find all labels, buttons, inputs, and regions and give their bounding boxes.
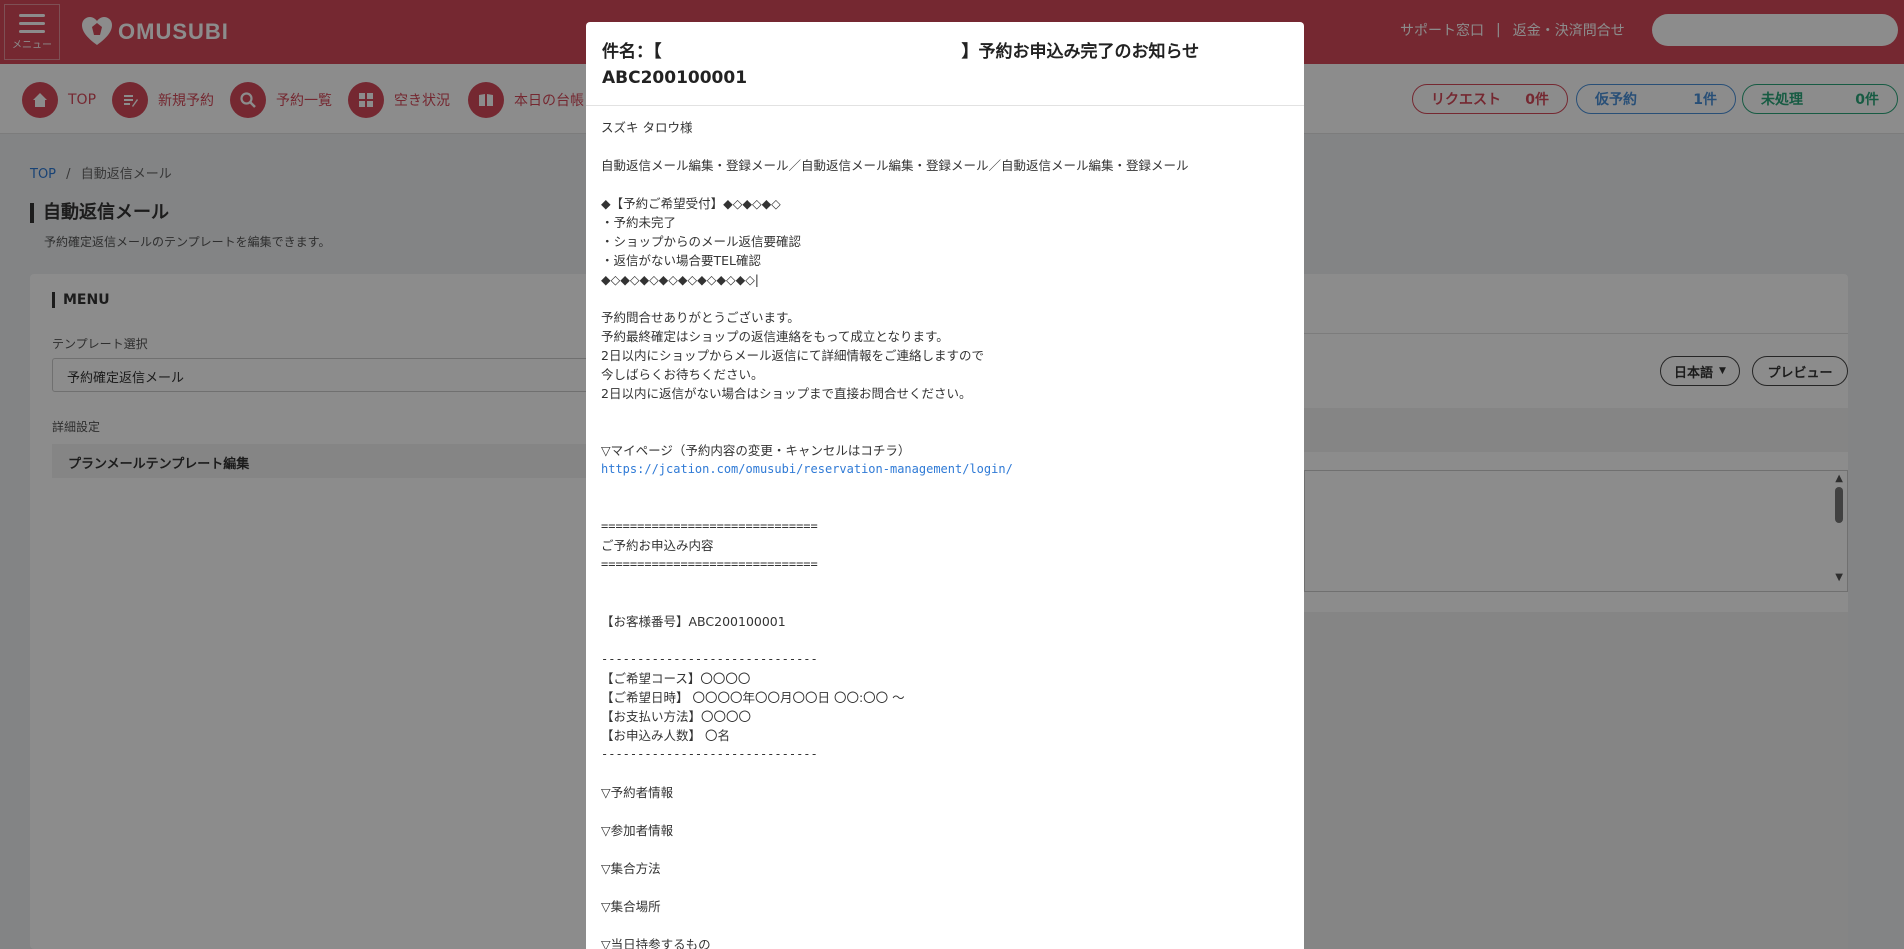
mail-meeting-method: ▽集合方法 (601, 861, 661, 876)
mail-datetime: 【ご希望日時】 〇〇〇〇年〇〇月〇〇日 〇〇:〇〇 ～ (601, 690, 905, 705)
mail-notice-3: ・返信がない場合要TEL確認 (601, 253, 761, 268)
subject-suffix: 】予約お申込み完了のお知らせ (961, 42, 1200, 62)
mail-eq-line-1: ============================== (601, 519, 818, 533)
mail-p2: 予約最終確定はショップの返信連絡をもって成立となります。 (601, 329, 949, 344)
mail-mypage-label: ▽マイページ（予約内容の変更・キャンセルはコチラ） (601, 443, 911, 458)
mail-notice-1: ・予約未完了 (601, 215, 677, 230)
modal-body: スズキ タロウ様 自動返信メール編集・登録メール／自動返信メール編集・登録メール… (601, 118, 1291, 949)
mail-notice-end: ◆◇◆◇◆◇◆◇◆◇◆◇◆◇◆◇| (601, 272, 760, 287)
mail-notice-head: ◆【予約ご希望受付】◆◇◆◇◆◇ (601, 196, 781, 211)
mail-bring-items: ▽当日持参するもの (601, 937, 711, 949)
mail-course: 【ご希望コース】〇〇〇〇 (601, 671, 751, 686)
preview-modal: 件名：【 】予約お申込み完了のお知らせ ABC200100001 スズキ タロウ… (586, 22, 1304, 949)
mail-people: 【お申込み人数】 〇名 (601, 728, 730, 743)
mail-eq-line-2: ============================== (601, 557, 818, 571)
mail-section-title: ご予約お申込み内容 (601, 538, 714, 553)
mail-intro: 自動返信メール編集・登録メール／自動返信メール編集・登録メール／自動返信メール編… (601, 158, 1189, 173)
mail-meeting-place: ▽集合場所 (601, 899, 661, 914)
mail-p5: 2日以内に返信がない場合はショップまで直接お問合せください。 (601, 386, 972, 401)
modal-subject: 件名：【 】予約お申込み完了のお知らせ (602, 38, 1288, 66)
mail-greeting: スズキ タロウ様 (601, 120, 693, 135)
mail-dash-line-2: ------------------------------ (601, 747, 818, 761)
subject-code: ABC200100001 (602, 68, 748, 88)
mail-dash-line-1: ------------------------------ (601, 652, 818, 666)
mail-p4: 今しばらくお待ちください。 (601, 367, 764, 382)
mail-customer-no: 【お客様番号】ABC200100001 (601, 614, 786, 629)
mail-mypage-url[interactable]: https://jcation.com/omusubi/reservation-… (601, 460, 1291, 479)
mail-p1: 予約問合せありがとうございます。 (601, 310, 800, 325)
mail-payment: 【お支払い方法】〇〇〇〇 (601, 709, 752, 724)
mail-p3: 2日以内にショップからメール返信にて詳細情報をご連絡しますので (601, 348, 984, 363)
modal-header: 件名：【 】予約お申込み完了のお知らせ ABC200100001 (586, 22, 1304, 106)
subject-prefix: 件名：【 (602, 42, 662, 62)
mail-booker: ▽予約者情報 (601, 785, 674, 800)
mail-participant: ▽参加者情報 (601, 823, 674, 838)
mail-notice-2: ・ショップからのメール返信要確認 (601, 234, 802, 249)
